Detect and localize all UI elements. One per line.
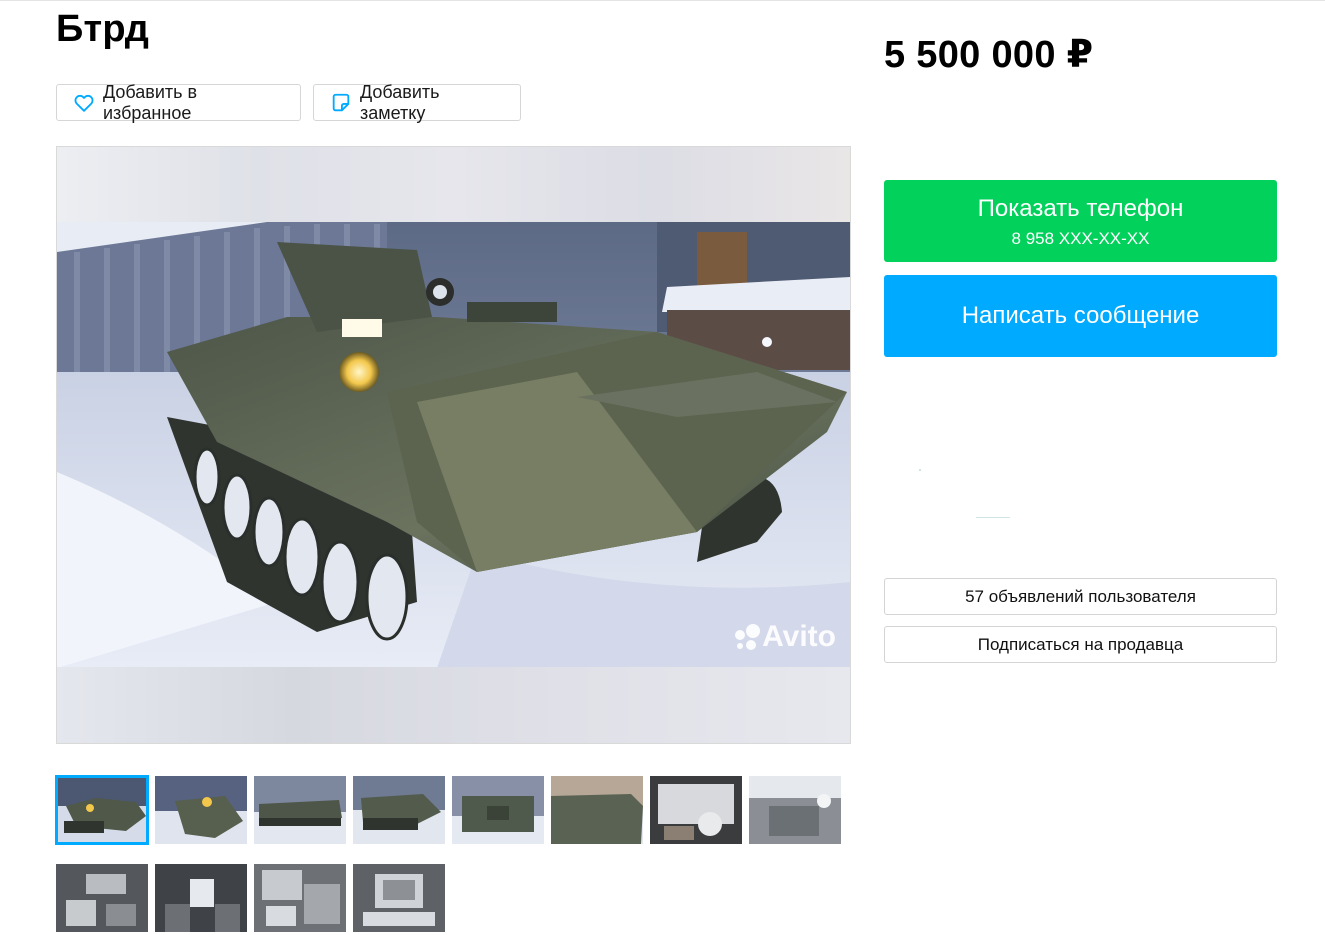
thumbnail[interactable]	[650, 776, 742, 844]
price: 5 500 000 ₽	[884, 34, 1094, 76]
top-divider	[0, 0, 1325, 1]
subscribe-seller-button[interactable]: Подписаться на продавца	[884, 626, 1277, 663]
add-note-label: Добавить заметку	[360, 81, 440, 123]
thumbnail[interactable]	[749, 776, 841, 844]
thumbnail[interactable]	[155, 864, 247, 932]
thumbnail[interactable]	[551, 776, 643, 844]
show-phone-button[interactable]: Показать телефон 8 958 XXX-XX-XX	[884, 180, 1277, 262]
gallery-blur-bottom	[57, 667, 850, 743]
thumbnail[interactable]	[353, 776, 445, 844]
main-photo[interactable]	[57, 222, 850, 668]
photo-gallery[interactable]: Avito	[56, 146, 851, 744]
thumbnail[interactable]	[56, 864, 148, 932]
thumbnail[interactable]	[353, 864, 445, 932]
show-phone-label: Показать телефон	[977, 195, 1184, 222]
heart-icon	[73, 92, 95, 114]
phone-masked: 8 958 XXX-XX-XX	[1011, 229, 1150, 248]
avito-logo-icon	[735, 624, 761, 650]
thumbnail[interactable]	[55, 775, 149, 845]
decorative-speck	[976, 517, 1010, 518]
thumbnail[interactable]	[254, 864, 346, 932]
add-to-favorites-label: Добавить в избранное	[103, 81, 198, 123]
gallery-blur-top	[57, 147, 850, 222]
avito-watermark: Avito	[732, 620, 836, 654]
write-message-button[interactable]: Написать сообщение	[884, 275, 1277, 357]
thumbnail[interactable]	[155, 776, 247, 844]
decorative-speck	[919, 469, 921, 471]
thumbnail[interactable]	[452, 776, 544, 844]
add-note-button[interactable]: Добавить заметку	[313, 81, 521, 123]
note-icon	[330, 92, 352, 114]
watermark-text: Avito	[762, 620, 836, 653]
seller-ads-button[interactable]: 57 объявлений пользователя	[884, 578, 1277, 615]
add-to-favorites-button[interactable]: Добавить в избранное	[56, 81, 301, 123]
page-title: Бтрд	[56, 8, 150, 50]
thumbnail[interactable]	[254, 776, 346, 844]
